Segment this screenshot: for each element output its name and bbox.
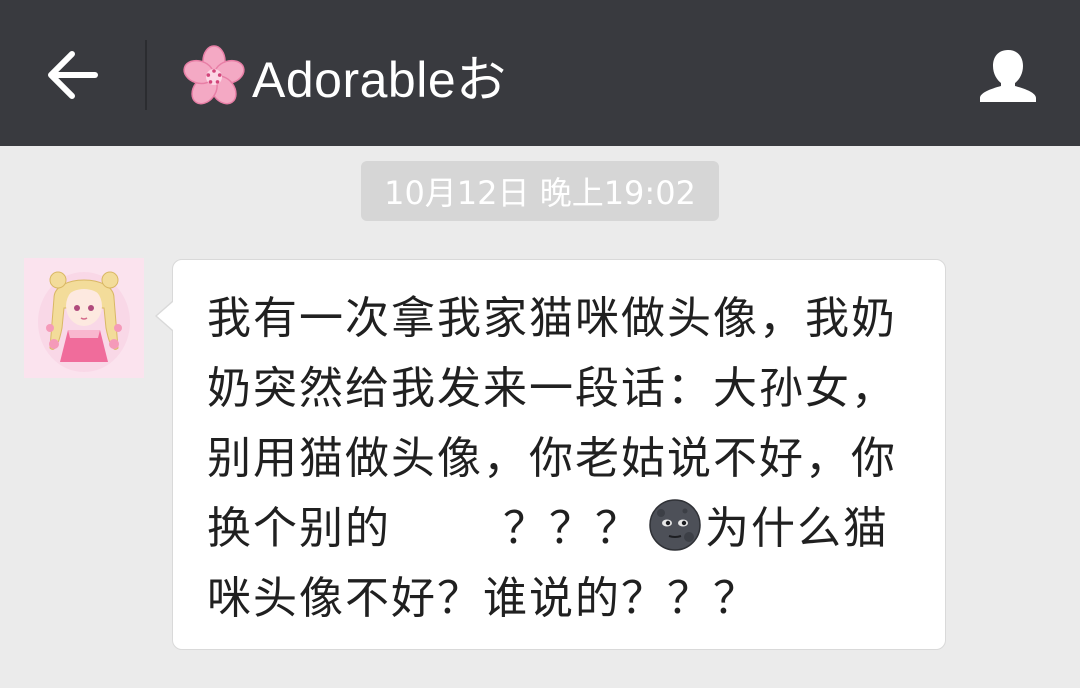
message-text: 我有一次拿我家猫咪做头像，我奶 奶突然给我发来一段话：大孙女， 别用猫做头像，你… (207, 284, 919, 634)
message-bubble[interactable]: 我有一次拿我家猫咪做头像，我奶 奶突然给我发来一段话：大孙女， 别用猫做头像，你… (172, 259, 946, 650)
profile-button[interactable] (966, 36, 1050, 116)
back-button[interactable] (30, 38, 116, 112)
message-line-1: 我有一次拿我家猫咪做头像，我奶 (207, 293, 897, 344)
new-moon-face-emoji (649, 499, 701, 551)
message-line-4-start: 换个别的 (207, 503, 391, 554)
anime-girl-avatar (24, 258, 144, 378)
message-line-5: 咪头像不好？谁说的？？？ (207, 573, 759, 624)
message-line-4-end: 为什么猫 (705, 503, 889, 554)
avatar[interactable] (24, 258, 144, 378)
person-icon (980, 50, 1036, 102)
bubble-tail (157, 302, 173, 330)
cherry-blossom-icon (183, 45, 245, 105)
chat-title-text: Adorableお (252, 52, 507, 108)
back-arrow-icon (48, 51, 98, 99)
message-line-4-question: ？？？ (503, 503, 641, 554)
chat-title: Adorableお (180, 40, 507, 112)
message-line-3: 别用猫做头像，你老姑说不好，你 (207, 433, 897, 484)
message-line-2: 奶突然给我发来一段话：大孙女， (207, 363, 897, 414)
title-bar: Adorableお (0, 0, 1080, 146)
title-divider (145, 40, 147, 110)
message-line-4: 换个别的 ？？？ 为什么猫 (207, 494, 919, 564)
timestamp-badge: 10月12日 晚上19:02 (361, 161, 719, 221)
